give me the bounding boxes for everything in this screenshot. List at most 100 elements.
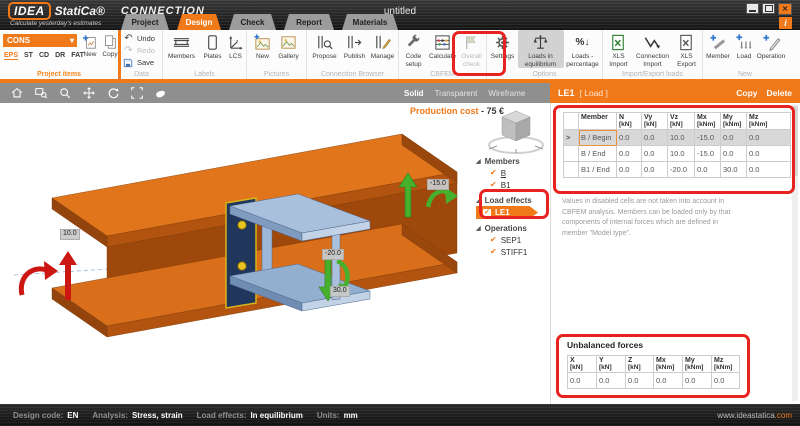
rotate-icon[interactable] bbox=[105, 86, 120, 101]
loads-in-equilibrium-button[interactable]: Loads in equilibrium bbox=[518, 30, 564, 68]
info-badge[interactable]: i bbox=[779, 17, 792, 29]
picture-new-button[interactable]: New bbox=[251, 30, 275, 61]
force-cell[interactable]: 0.0 bbox=[747, 146, 791, 162]
tree-item-b[interactable]: ✔ B bbox=[476, 167, 550, 179]
force-cell[interactable]: 0.0 bbox=[747, 162, 791, 178]
plates-button[interactable]: Plates bbox=[200, 30, 226, 61]
settings-button[interactable]: Settings bbox=[488, 30, 518, 68]
new-operation-button[interactable]: Operation bbox=[755, 30, 787, 61]
publish-button[interactable]: Publish bbox=[341, 30, 369, 61]
redo-button[interactable]: ↷Redo bbox=[123, 45, 155, 56]
force-cell[interactable]: 0.0 bbox=[617, 162, 642, 178]
connection-import-button[interactable]: Connection Import bbox=[633, 30, 673, 68]
member-cell[interactable]: B / End bbox=[579, 146, 617, 162]
tab-design[interactable]: Design bbox=[177, 14, 221, 30]
row-selector[interactable] bbox=[564, 162, 579, 178]
xls-import-button[interactable]: XLS Import bbox=[605, 30, 633, 68]
row-selector[interactable] bbox=[564, 146, 579, 162]
tab-materials[interactable]: Materials bbox=[342, 14, 398, 30]
select-tool-icon[interactable] bbox=[153, 86, 168, 101]
tab-report[interactable]: Report bbox=[284, 14, 334, 30]
loads-percentage-button[interactable]: %↓ Loads - percentage bbox=[564, 30, 602, 68]
force-cell[interactable]: 0.0 bbox=[642, 130, 668, 146]
force-cell[interactable]: 0.0 bbox=[642, 162, 668, 178]
minimize-button[interactable] bbox=[746, 3, 759, 14]
tree-section-members[interactable]: ◢ Members bbox=[476, 155, 550, 167]
render-mode-transparent[interactable]: Transparent bbox=[435, 89, 478, 98]
pan-icon[interactable] bbox=[81, 86, 96, 101]
force-cell[interactable]: 0.0 bbox=[747, 130, 791, 146]
overall-check-button[interactable]: Overall check bbox=[458, 30, 486, 68]
zoom-window-icon[interactable] bbox=[33, 86, 48, 101]
undo-button[interactable]: ↶Undo bbox=[123, 33, 155, 44]
group-label-new: New bbox=[703, 71, 787, 78]
subtab-st[interactable]: ST bbox=[24, 52, 33, 60]
tab-project[interactable]: Project bbox=[121, 14, 169, 30]
tree-item-le1-selected[interactable]: ✓ LE1 bbox=[476, 206, 538, 219]
scrollbar-thumb[interactable] bbox=[792, 106, 798, 176]
force-cell[interactable]: 0.0 bbox=[617, 130, 642, 146]
force-cell[interactable]: 0.0 bbox=[617, 146, 642, 162]
force-cell[interactable]: 0.0 bbox=[642, 146, 668, 162]
force-cell[interactable]: 0.0 bbox=[695, 162, 721, 178]
checkbox-checked-icon[interactable]: ✓ bbox=[483, 209, 491, 217]
row-selector[interactable]: > bbox=[564, 130, 579, 146]
publish-icon bbox=[345, 33, 364, 52]
manage-button[interactable]: Manage bbox=[369, 30, 397, 61]
force-cell[interactable]: -15.0 bbox=[695, 130, 721, 146]
zoom-icon[interactable] bbox=[57, 86, 72, 101]
members-button[interactable]: Members bbox=[164, 30, 200, 61]
force-cell[interactable]: 0.0 bbox=[721, 146, 747, 162]
lcs-button[interactable]: LCS bbox=[226, 30, 246, 61]
render-mode-solid[interactable]: Solid bbox=[404, 89, 424, 98]
propose-button[interactable]: Propose bbox=[309, 30, 341, 61]
force-cell[interactable]: -15.0 bbox=[695, 146, 721, 162]
tree-section-operations[interactable]: ◢ Operations bbox=[476, 222, 550, 234]
subtab-cd[interactable]: CD bbox=[39, 52, 49, 60]
save-button[interactable]: Save bbox=[123, 57, 155, 68]
3d-viewport[interactable]: Production cost - 75 € 10.0 -15.0 -20.0 … bbox=[0, 103, 550, 404]
subtab-eps[interactable]: EPS bbox=[4, 52, 18, 60]
subtab-dr[interactable]: DR bbox=[55, 52, 65, 60]
checkbox-checked-icon[interactable]: ✔ bbox=[490, 236, 497, 244]
checkbox-checked-icon[interactable]: ✔ bbox=[490, 248, 497, 256]
gallery-button[interactable]: Gallery bbox=[275, 30, 303, 61]
tree-item-stiff1[interactable]: ✔ STIFF1 bbox=[476, 246, 550, 258]
website-link[interactable]: www.ideastatica .com bbox=[717, 404, 792, 426]
maximize-button[interactable] bbox=[762, 3, 775, 14]
project-item-selector[interactable]: CONS ▾ bbox=[3, 34, 77, 47]
checkbox-checked-icon[interactable]: ✔ bbox=[490, 181, 497, 189]
copy-load-button[interactable]: Copy bbox=[736, 88, 757, 98]
new-member-button[interactable]: Member bbox=[703, 30, 733, 61]
close-button[interactable]: ✕ bbox=[778, 3, 792, 15]
calculate-button[interactable]: Calculate bbox=[428, 30, 458, 68]
member-cell[interactable]: B / Begin bbox=[579, 130, 617, 146]
member-forces-table: Member N[kN] Vy[kN] Vz[kN] Mx[kNm] My[kN… bbox=[563, 112, 791, 178]
delete-load-button[interactable]: Delete bbox=[766, 88, 792, 98]
force-cell[interactable]: 10.0 bbox=[668, 130, 695, 146]
home-icon[interactable] bbox=[9, 86, 24, 101]
tree-item-sep1[interactable]: ✔ SEP1 bbox=[476, 234, 550, 246]
tab-check[interactable]: Check bbox=[229, 14, 276, 30]
load-value-label: -20.0 bbox=[322, 249, 344, 260]
force-cell[interactable]: 0.0 bbox=[721, 130, 747, 146]
member-cell[interactable]: B1 / End bbox=[579, 162, 617, 178]
checkbox-checked-icon[interactable]: ✔ bbox=[490, 169, 497, 177]
force-cell[interactable]: 10.0 bbox=[668, 146, 695, 162]
new-load-button[interactable]: Load bbox=[733, 30, 755, 61]
xls-export-button[interactable]: XLS Export bbox=[673, 30, 701, 68]
force-cell[interactable]: -20.0 bbox=[668, 162, 695, 178]
propose-icon bbox=[315, 33, 334, 52]
tree-item-b1[interactable]: ✔ B1 bbox=[476, 179, 550, 191]
undo-icon: ↶ bbox=[123, 34, 134, 44]
force-cell[interactable]: 30.0 bbox=[721, 162, 747, 178]
fit-view-icon[interactable] bbox=[129, 86, 144, 101]
render-mode-wireframe[interactable]: Wireframe bbox=[488, 89, 525, 98]
copy-project-item-button[interactable]: Copy bbox=[102, 34, 118, 58]
new-project-item-button[interactable]: New bbox=[82, 34, 98, 58]
view-cube[interactable] bbox=[489, 111, 543, 153]
column-header: Mz[kNm] bbox=[747, 113, 791, 130]
row-selector-header bbox=[564, 113, 579, 130]
code-setup-button[interactable]: Code setup bbox=[400, 30, 428, 68]
tree-section-load-effects[interactable]: ◢ Load effects bbox=[476, 194, 550, 206]
